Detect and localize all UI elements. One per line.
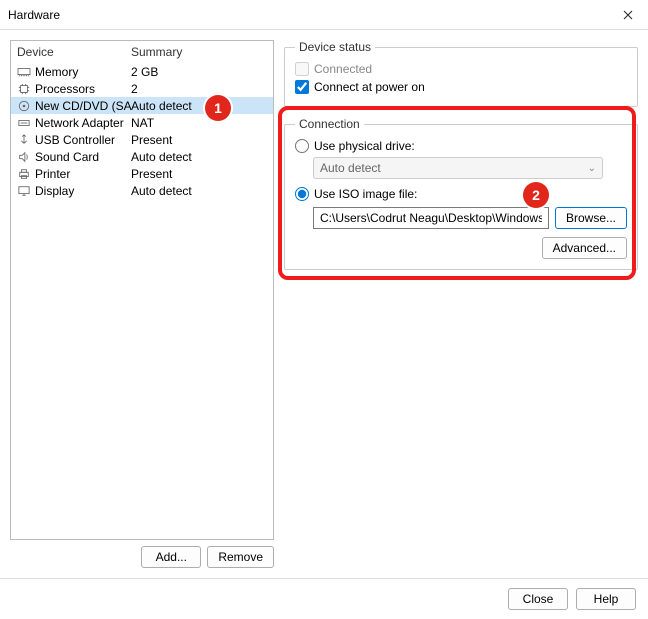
device-row[interactable]: Processors 2 (11, 80, 273, 97)
device-row[interactable]: New CD/DVD (SATA) Auto detect (11, 97, 273, 114)
dialog-footer: Close Help (0, 578, 648, 618)
close-button[interactable]: Close (508, 588, 568, 610)
memory-icon (17, 66, 31, 78)
device-summary: Auto detect (131, 184, 267, 198)
device-name: New CD/DVD (SATA) (35, 99, 131, 113)
device-name: Display (35, 184, 74, 198)
connection-legend: Connection (295, 117, 364, 131)
close-icon[interactable] (616, 3, 640, 27)
device-summary: 2 GB (131, 65, 267, 79)
browse-button[interactable]: Browse... (555, 207, 627, 229)
device-status-group: Device status Connected Connect at power… (284, 40, 638, 107)
device-row[interactable]: Memory 2 GB (11, 63, 273, 80)
sound-icon (17, 151, 31, 163)
settings-panel: Device status Connected Connect at power… (284, 40, 638, 568)
device-name: Printer (35, 167, 70, 181)
device-row[interactable]: Sound Card Auto detect (11, 148, 273, 165)
device-row[interactable]: Display Auto detect (11, 182, 273, 199)
physical-drive-value: Auto detect (320, 161, 381, 175)
device-summary: 2 (131, 82, 267, 96)
cpu-icon (17, 83, 31, 95)
advanced-button[interactable]: Advanced... (542, 237, 627, 259)
help-button[interactable]: Help (576, 588, 636, 610)
titlebar: Hardware (0, 0, 648, 30)
cd-icon (17, 100, 31, 112)
connected-row: Connected (295, 60, 627, 78)
use-physical-radio[interactable] (295, 139, 309, 153)
usb-icon (17, 134, 31, 146)
connect-poweron-label: Connect at power on (314, 80, 425, 94)
chevron-down-icon: ⌄ (588, 163, 596, 174)
connection-group: Connection Use physical drive: Auto dete… (284, 117, 638, 270)
device-name: Processors (35, 82, 95, 96)
connected-checkbox (295, 62, 309, 76)
connect-poweron-row: Connect at power on (295, 78, 627, 96)
device-row[interactable]: Printer Present (11, 165, 273, 182)
remove-button[interactable]: Remove (207, 546, 274, 568)
device-summary: Present (131, 167, 267, 181)
connected-label: Connected (314, 62, 372, 76)
device-name: Network Adapter (35, 116, 124, 130)
use-iso-label: Use ISO image file: (314, 187, 417, 201)
device-summary: Auto detect (131, 150, 267, 164)
advanced-row: Advanced... (295, 237, 627, 259)
device-name: Memory (35, 65, 78, 79)
hardware-list-panel: Device Summary Memory 2 GB Processors 2 … (10, 40, 274, 568)
use-iso-radio[interactable] (295, 187, 309, 201)
physical-drive-select: Auto detect ⌄ (313, 157, 603, 179)
device-summary: Present (131, 133, 267, 147)
add-button[interactable]: Add... (141, 546, 201, 568)
use-physical-label: Use physical drive: (314, 139, 415, 153)
use-iso-row: Use ISO image file: (295, 185, 627, 203)
connect-poweron-checkbox[interactable] (295, 80, 309, 94)
list-buttons: Add... Remove (10, 546, 274, 568)
use-physical-row: Use physical drive: (295, 137, 627, 155)
header-device: Device (17, 45, 131, 59)
iso-path-row: Browse... (313, 207, 627, 229)
device-row[interactable]: Network Adapter NAT (11, 114, 273, 131)
content-area: Device Summary Memory 2 GB Processors 2 … (0, 30, 648, 578)
header-summary: Summary (131, 45, 267, 59)
list-header: Device Summary (11, 41, 273, 63)
display-icon (17, 185, 31, 197)
network-icon (17, 117, 31, 129)
iso-path-input[interactable] (313, 207, 549, 229)
device-list[interactable]: Device Summary Memory 2 GB Processors 2 … (10, 40, 274, 540)
window-title: Hardware (8, 8, 60, 22)
device-name: USB Controller (35, 133, 115, 147)
device-row[interactable]: USB Controller Present (11, 131, 273, 148)
device-name: Sound Card (35, 150, 99, 164)
device-status-legend: Device status (295, 40, 375, 54)
device-summary: Auto detect (131, 99, 267, 113)
device-summary: NAT (131, 116, 267, 130)
printer-icon (17, 168, 31, 180)
